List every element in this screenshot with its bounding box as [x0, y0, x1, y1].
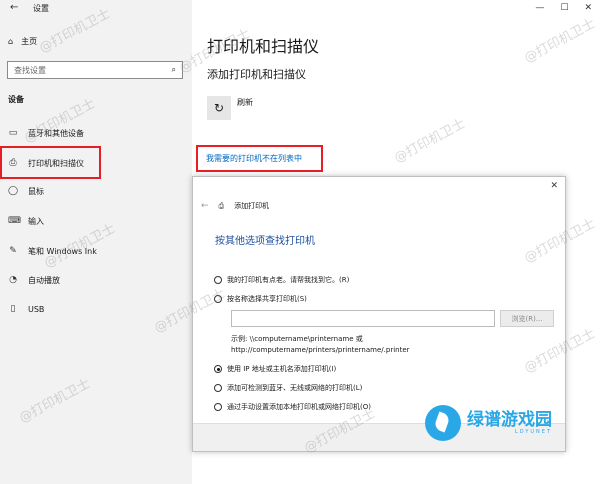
- leaf-logo-icon: [425, 405, 461, 441]
- sidebar-item-label: USB: [28, 304, 45, 314]
- site-logo: 绿谱游戏园 LDYUNET: [425, 405, 552, 441]
- pen-icon: ✎: [9, 246, 17, 256]
- sidebar-item-pen[interactable]: ✎ 笔和 Windows Ink: [8, 242, 97, 260]
- logo-text: 绿谱游戏园: [467, 410, 552, 430]
- option-ip-address[interactable]: 使用 IP 地址或主机名添加打印机(I): [214, 364, 336, 374]
- refresh-label: 刷新: [237, 98, 253, 107]
- option-shared-printer[interactable]: 按名称选择共享打印机(S): [214, 294, 307, 304]
- sidebar-item-label: 笔和 Windows Ink: [28, 246, 97, 256]
- dialog-back-icon[interactable]: ←: [201, 201, 209, 211]
- printer-not-listed-link[interactable]: 我需要的打印机不在列表中: [206, 153, 302, 164]
- maximize-icon[interactable]: ☐: [560, 3, 568, 13]
- option-label: 添加可检测到蓝牙、无线或网络的打印机(L): [227, 384, 363, 392]
- example-line: 示例: \\computername\printername 或: [231, 335, 363, 343]
- keyboard-icon: ⌨: [8, 216, 21, 226]
- close-icon[interactable]: ✕: [584, 3, 592, 13]
- window-title: 设置: [33, 4, 49, 13]
- search-input[interactable]: 查找设置 ⌕: [7, 61, 183, 79]
- dialog-header-label: 添加打印机: [234, 202, 270, 210]
- sidebar-item-usb[interactable]: ▯ USB: [8, 300, 45, 318]
- search-icon: ⌕: [171, 65, 176, 74]
- refresh-button[interactable]: ↻: [207, 96, 231, 120]
- home-nav-item[interactable]: ⌂ 主页: [8, 36, 37, 47]
- sidebar-item-autoplay[interactable]: ◔ 自动播放: [8, 271, 60, 289]
- sidebar-item-label: 蓝牙和其他设备: [28, 128, 84, 138]
- sidebar-item-label: 输入: [28, 216, 44, 226]
- option-bluetooth-wireless[interactable]: 添加可检测到蓝牙、无线或网络的打印机(L): [214, 383, 362, 393]
- search-placeholder: 查找设置: [14, 65, 46, 75]
- radio-button[interactable]: [214, 295, 222, 303]
- sidebar-item-typing[interactable]: ⌨ 输入: [8, 212, 44, 230]
- autoplay-icon: ◔: [9, 275, 17, 285]
- radio-button-selected[interactable]: [214, 365, 222, 373]
- highlight-box-printers: [0, 146, 101, 179]
- option-old-printer[interactable]: 我的打印机有点老。请帮我找到它。(R): [214, 275, 349, 285]
- dialog-header: ← ⎙ 添加打印机: [201, 201, 269, 211]
- sidebar-item-mouse[interactable]: ◯ 鼠标: [8, 182, 44, 200]
- sidebar-item-label: 鼠标: [28, 186, 44, 196]
- home-label: 主页: [21, 37, 38, 46]
- page-subtitle: 添加打印机和扫描仪: [207, 68, 306, 81]
- option-label: 按名称选择共享打印机(S): [227, 295, 307, 303]
- usb-icon: ▯: [10, 304, 16, 314]
- refresh-icon: ↻: [213, 101, 225, 115]
- back-arrow-icon[interactable]: ←: [10, 2, 18, 13]
- settings-sidebar: ← 设置 ⌂ 主页 查找设置 ⌕ 设备 ▭ 蓝牙和其他设备 ⎙ 打印机和扫描仪 …: [0, 0, 192, 484]
- radio-button[interactable]: [214, 403, 222, 411]
- dialog-close-icon[interactable]: ✕: [550, 181, 558, 191]
- option-label: 使用 IP 地址或主机名添加打印机(I): [227, 365, 337, 373]
- sidebar-item-label: 自动播放: [28, 275, 60, 285]
- radio-button[interactable]: [214, 384, 222, 392]
- shared-printer-input[interactable]: [231, 310, 495, 327]
- option-label: 通过手动设置添加本地打印机或网络打印机(O): [227, 403, 371, 411]
- browse-button[interactable]: 浏览(R)...: [500, 310, 554, 327]
- section-heading: 设备: [8, 95, 24, 104]
- mouse-icon: ◯: [8, 186, 19, 196]
- example-text: 示例: \\computername\printername 或 http://…: [231, 334, 410, 356]
- dialog-printer-icon: ⎙: [218, 201, 225, 210]
- sidebar-item-bluetooth[interactable]: ▭ 蓝牙和其他设备: [8, 124, 84, 142]
- home-icon: ⌂: [8, 37, 14, 46]
- minimize-icon[interactable]: —: [535, 3, 544, 13]
- dialog-title: 按其他选项查找打印机: [215, 236, 315, 247]
- page-title: 打印机和扫描仪: [207, 37, 320, 56]
- radio-button[interactable]: [214, 276, 222, 284]
- option-label: 我的打印机有点老。请帮我找到它。(R): [227, 276, 350, 284]
- bluetooth-devices-icon: ▭: [8, 128, 18, 138]
- window-controls: — ☐ ✕: [535, 3, 592, 13]
- option-manual-local[interactable]: 通过手动设置添加本地打印机或网络打印机(O): [214, 402, 371, 412]
- example-line: http://computername/printers/printername…: [231, 346, 410, 354]
